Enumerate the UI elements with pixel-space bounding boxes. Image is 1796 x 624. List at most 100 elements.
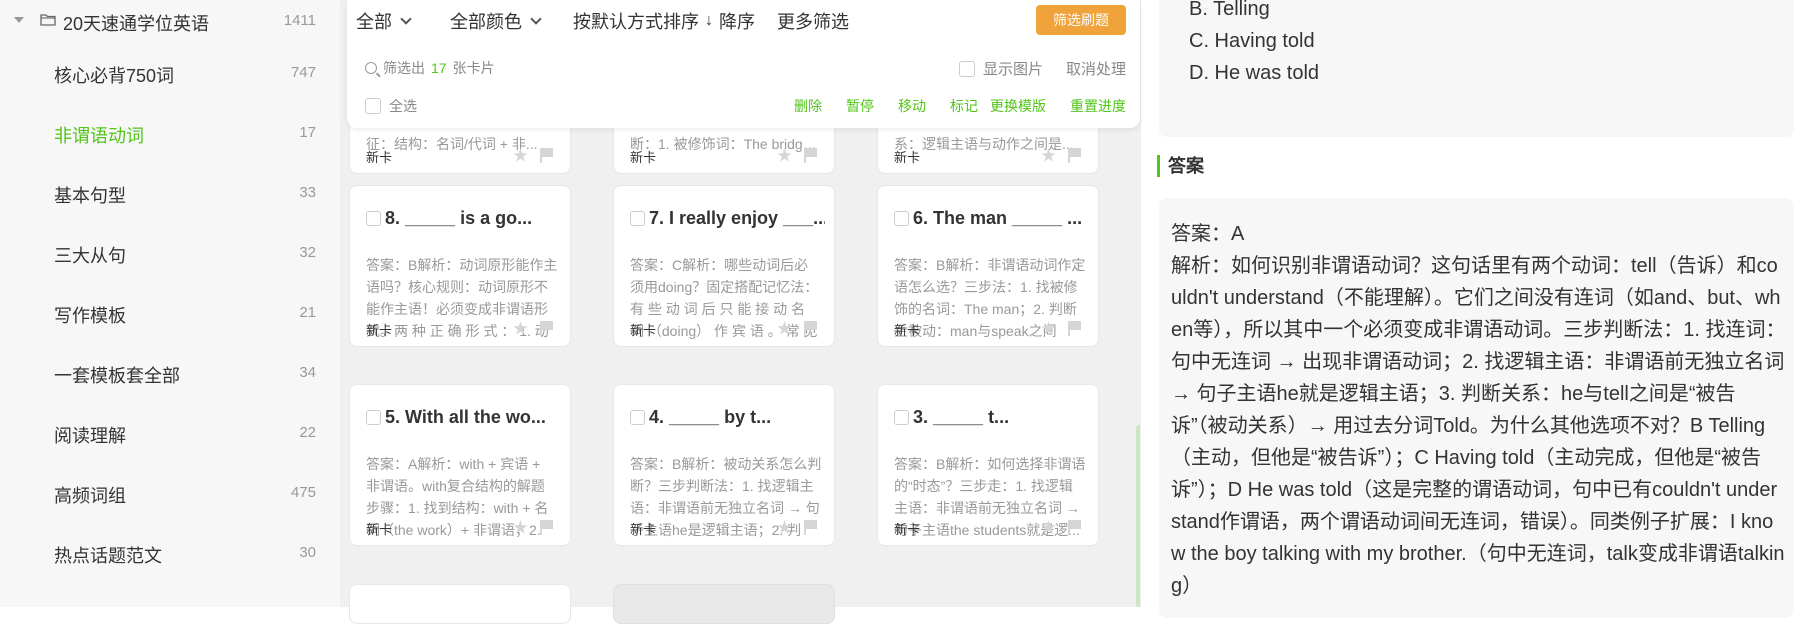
card[interactable]: 5. With all the wo... 答案：A解析：with + 宾语 +… — [349, 384, 571, 546]
sidebar-item-basic-sentence[interactable]: 基本句型 33 — [0, 173, 340, 213]
sort-dropdown[interactable]: 按默认方式排序 ↓ 降序 — [573, 8, 755, 34]
sidebar-item-writing-templates[interactable]: 写作模板 21 — [0, 293, 340, 333]
card[interactable]: 8. _____ is a go... 答案：B解析：动词原形能作主语吗？核心规… — [349, 185, 571, 347]
sidebar-item-phrases[interactable]: 高频词组 475 — [0, 473, 340, 513]
pause-button[interactable]: 暂停 — [846, 96, 874, 116]
flag-icon[interactable] — [540, 148, 554, 163]
star-icon[interactable] — [513, 520, 528, 534]
filter-color-label: 全部颜色 — [450, 12, 522, 32]
sidebar-item-label: 阅读理解 — [54, 426, 126, 446]
question-box: B. Telling C. Having told D. He was told — [1159, 0, 1794, 137]
flag-icon[interactable] — [1068, 148, 1082, 163]
bulk-actions: 删除 暂停 移动 标记 更换模版 重置进度 — [794, 96, 1126, 116]
sidebar-item-clauses[interactable]: 三大从句 32 — [0, 233, 340, 273]
summary-prefix: 筛选出 — [383, 60, 425, 76]
flag-icon[interactable] — [804, 520, 818, 535]
sidebar-item-label: 非谓语动词 — [54, 126, 144, 146]
filter-color-dropdown[interactable]: 全部颜色 — [450, 8, 542, 34]
card[interactable]: 3. _____ t... 答案：B解析：如何选择非谓语的“时态”？三步走：1.… — [877, 384, 1099, 546]
select-all-toggle[interactable]: 全选 — [365, 96, 417, 116]
card-title: 5. With all the wo... — [366, 407, 561, 428]
card[interactable]: 6. The man _____ ... 答案：B解析：非谓语动词作定语怎么选？… — [877, 185, 1099, 347]
sidebar-item-label: 核心必背750词 — [54, 66, 175, 86]
mark-button[interactable]: 标记 — [950, 96, 978, 116]
card-title-text: 3. _____ t... — [913, 407, 1010, 427]
card-checkbox[interactable] — [894, 410, 909, 425]
card-checkbox[interactable] — [630, 410, 645, 425]
card-checkbox[interactable] — [630, 211, 645, 226]
sort-direction-label: 降序 — [719, 12, 755, 32]
star-icon[interactable] — [1041, 321, 1056, 335]
sidebar-item-hot-topics[interactable]: 热点话题范文 30 — [0, 533, 340, 573]
delete-button[interactable]: 删除 — [794, 96, 822, 116]
card-footer: 新卡 — [894, 147, 1086, 165]
show-images-checkbox[interactable] — [959, 60, 975, 77]
card-title: 7. I really enjoy ___... — [630, 208, 825, 229]
star-icon[interactable] — [1041, 520, 1056, 534]
option-b: B. Telling — [1189, 0, 1270, 20]
card-tag: 新卡 — [366, 150, 393, 165]
star-icon[interactable] — [777, 321, 792, 335]
sidebar-item-count: 33 — [299, 184, 316, 201]
filter-practice-button[interactable]: 筛选刷题 — [1036, 5, 1126, 35]
reset-progress-button[interactable]: 重置进度 — [1070, 96, 1126, 116]
answer-box: 答案：A 解析：如何识别非谓语动词？这句话里有两个动词：tell（告诉）和cou… — [1159, 198, 1794, 618]
sidebar-item-count: 475 — [290, 484, 316, 501]
flag-icon[interactable] — [540, 321, 554, 336]
show-images-toggle[interactable]: 显示图片 — [959, 58, 1043, 79]
card-footer: 新卡 — [630, 147, 822, 165]
card[interactable]: 4. _____ by t... 答案：B解析：被动关系怎么判断？三步判断法：1… — [613, 384, 835, 546]
star-icon[interactable] — [777, 520, 792, 534]
chevron-down-icon — [530, 12, 542, 25]
card-title-text: 4. _____ by t... — [649, 407, 772, 427]
card-title: 8. _____ is a go... — [366, 208, 561, 229]
star-icon[interactable] — [1041, 148, 1056, 162]
flag-icon[interactable] — [804, 321, 818, 336]
sidebar-item-count: 747 — [290, 64, 316, 81]
filter-toolbar: 全部 全部颜色 按默认方式排序 ↓ 降序 更多筛选 筛选刷题 筛选出 17 张卡… — [347, 0, 1140, 128]
change-template-button[interactable]: 更换模版 — [990, 96, 1046, 116]
select-all-checkbox[interactable] — [365, 98, 381, 114]
move-button[interactable]: 移动 — [898, 96, 926, 116]
answer-text: 答案：A 解析：如何识别非谓语动词？这句话里有两个动词：tell（告诉）和cou… — [1171, 223, 1786, 597]
star-icon[interactable] — [513, 321, 528, 335]
card-footer: 新卡 — [366, 147, 558, 165]
card-tag: 新卡 — [630, 150, 657, 165]
flag-icon[interactable] — [804, 148, 818, 163]
deck-root-item[interactable]: 20天速通学位英语 1411 — [0, 0, 340, 42]
sidebar-item-one-template[interactable]: 一套模板套全部 34 — [0, 353, 340, 393]
flag-icon[interactable] — [1068, 520, 1082, 535]
star-icon[interactable] — [513, 148, 528, 162]
card-checkbox[interactable] — [894, 211, 909, 226]
card-next[interactable] — [349, 584, 571, 624]
star-icon[interactable] — [777, 148, 792, 162]
sidebar-item-reading[interactable]: 阅读理解 22 — [0, 413, 340, 453]
sidebar-item-count: 21 — [299, 304, 316, 321]
sidebar-item-label: 一套模板套全部 — [54, 366, 180, 386]
card[interactable]: 7. I really enjoy ___... 答案：C解析：哪些动词后必须用… — [613, 185, 835, 347]
caret-down-icon[interactable] — [14, 17, 24, 23]
answer-heading: 答案 — [1157, 155, 1204, 177]
sidebar-item-nonfinite-verbs[interactable]: 非谓语动词 17 — [0, 113, 340, 153]
card-title: 6. The man _____ ... — [894, 208, 1089, 229]
more-filter-label: 更多筛选 — [777, 12, 849, 32]
filter-all-dropdown[interactable]: 全部 — [356, 8, 412, 34]
summary-count: 17 — [431, 60, 447, 76]
card-checkbox[interactable] — [366, 211, 381, 226]
card-next-selected[interactable] — [613, 584, 835, 624]
card-tag: 新卡 — [894, 323, 921, 338]
card-checkbox[interactable] — [366, 410, 381, 425]
more-filter-button[interactable]: 更多筛选 — [777, 8, 849, 34]
card-detail-panel: B. Telling C. Having told D. He was told… — [1140, 0, 1796, 618]
cancel-processing-button[interactable]: 取消处理 — [1066, 58, 1126, 79]
card-list-panel: 征：结构：名词/代词 + 非... 新卡 断：1. 被修饰词：The bridg… — [340, 0, 1140, 624]
sidebar-item-label: 三大从句 — [54, 246, 126, 266]
folder-icon — [40, 14, 56, 26]
flag-icon[interactable] — [1068, 321, 1082, 336]
sidebar-item-core-vocab[interactable]: 核心必背750词 747 — [0, 53, 340, 93]
sidebar-item-label: 写作模板 — [54, 306, 126, 326]
sidebar-item-count: 34 — [299, 364, 316, 381]
summary-suffix: 张卡片 — [452, 60, 495, 76]
flag-icon[interactable] — [540, 520, 554, 535]
filter-summary: 筛选出 17 张卡片 — [365, 58, 495, 78]
